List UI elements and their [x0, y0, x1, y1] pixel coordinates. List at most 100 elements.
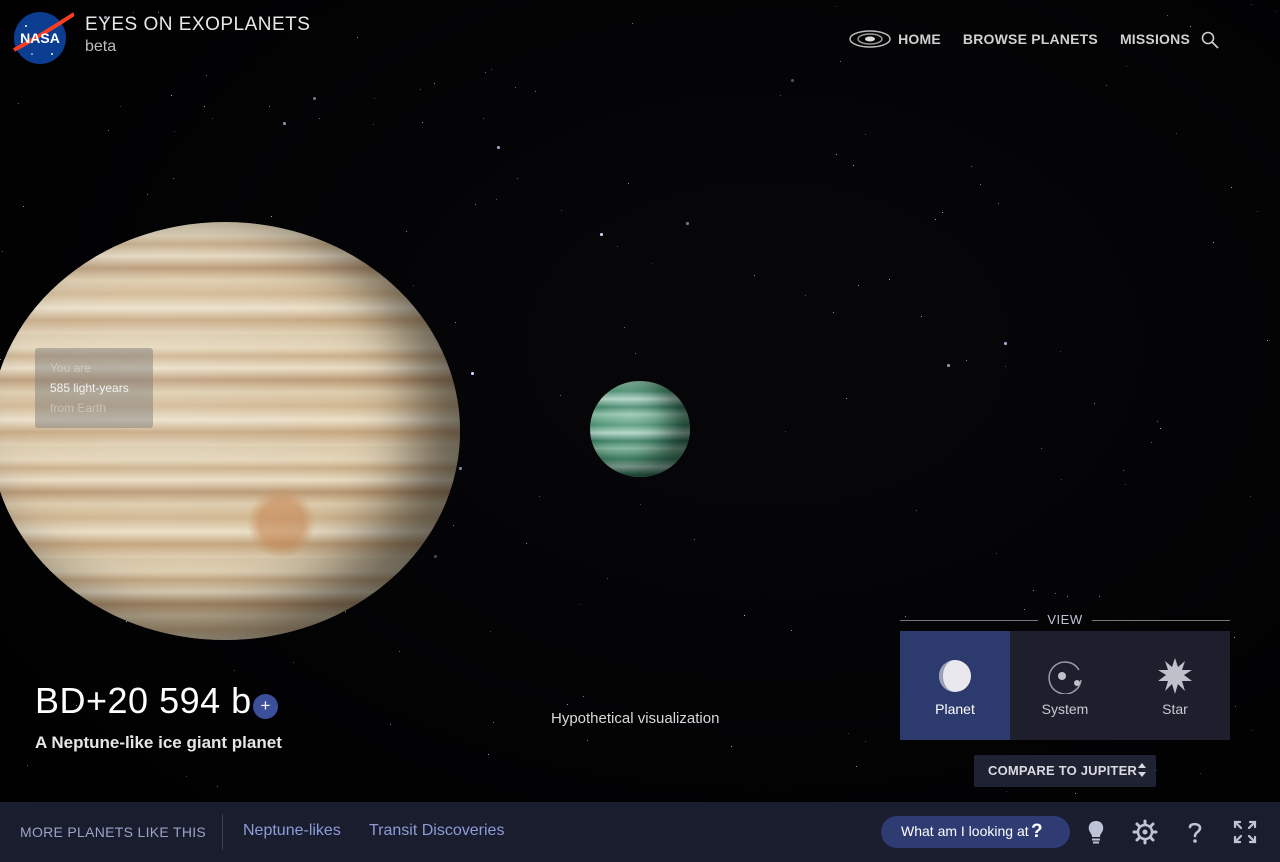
background-star: [1234, 637, 1236, 639]
planet-name: BD+20 594 b: [35, 680, 252, 721]
background-star: [133, 12, 134, 13]
background-star: [744, 615, 745, 616]
nav-browse-planets[interactable]: BROWSE PLANETS: [963, 31, 1098, 47]
background-star: [833, 312, 834, 313]
background-star: [2, 251, 3, 252]
background-star: [1251, 730, 1253, 732]
background-star: [1213, 242, 1214, 243]
category-neptune-likes[interactable]: Neptune-likes: [243, 822, 341, 840]
tab-system[interactable]: System: [1010, 631, 1120, 740]
background-star: [23, 206, 25, 208]
background-star: [18, 103, 19, 104]
background-star: [455, 322, 456, 323]
background-star: [293, 662, 294, 663]
tab-planet-label: Planet: [935, 701, 975, 717]
background-star: [651, 263, 653, 265]
background-star: [147, 194, 148, 195]
nav-home[interactable]: HOME: [898, 31, 941, 47]
compare-label: COMPARE TO JUPITER: [988, 763, 1138, 778]
fullscreen-icon[interactable]: [1232, 819, 1258, 845]
background-star: [459, 467, 462, 470]
what-label: What am I looking at: [901, 823, 1029, 839]
background-star: [493, 722, 495, 724]
view-header: VIEW: [900, 611, 1230, 629]
background-star: [420, 89, 422, 91]
background-star: [1055, 593, 1057, 595]
background-star: [836, 6, 837, 7]
background-star: [1126, 66, 1128, 68]
background-star: [1004, 342, 1007, 345]
background-star: [1125, 484, 1127, 486]
background-star: [345, 611, 347, 613]
category-transit-discoveries[interactable]: Transit Discoveries: [369, 822, 504, 840]
distance-panel: You are 585 light-years from Earth: [35, 348, 153, 428]
background-star: [579, 604, 581, 606]
app-title[interactable]: EYES ON EXOPLANETS: [85, 14, 310, 36]
background-star: [785, 431, 786, 432]
background-star: [921, 316, 922, 317]
background-star: [475, 204, 477, 206]
background-star: [600, 233, 603, 236]
background-star: [483, 118, 485, 120]
background-star: [496, 199, 498, 201]
background-star: [840, 61, 841, 62]
background-star: [848, 733, 850, 735]
background-star: [731, 746, 732, 747]
background-star: [517, 178, 519, 180]
search-icon[interactable]: [1200, 30, 1220, 50]
background-star: [686, 222, 689, 225]
help-icon[interactable]: [1182, 819, 1208, 845]
compare-to-jupiter-select[interactable]: COMPARE TO JUPITER: [974, 755, 1156, 787]
background-star: [567, 704, 568, 705]
bottom-bar: MORE PLANETS LIKE THIS Neptune-likes Tra…: [0, 802, 1280, 862]
background-star: [1257, 211, 1258, 212]
background-star: [158, 12, 160, 14]
background-star: [624, 327, 626, 329]
background-star: [1156, 770, 1157, 771]
background-star: [1231, 187, 1233, 189]
background-star: [998, 203, 1000, 205]
background-star: [1106, 85, 1108, 87]
background-star: [406, 231, 408, 233]
background-star: [640, 504, 642, 506]
bottom-divider: [222, 814, 223, 850]
background-star: [836, 154, 837, 155]
background-star: [1267, 340, 1268, 341]
background-star: [1190, 26, 1191, 27]
background-star: [535, 91, 537, 93]
background-star: [635, 353, 637, 355]
background-star: [490, 631, 492, 633]
background-star: [1060, 351, 1061, 352]
background-star: [497, 146, 500, 149]
background-star: [204, 106, 205, 107]
background-star: [805, 295, 807, 297]
lightbulb-icon[interactable]: [1083, 819, 1109, 845]
galaxy-icon[interactable]: [848, 28, 892, 50]
view-title: VIEW: [1047, 612, 1083, 627]
tab-planet[interactable]: Planet: [900, 631, 1010, 740]
background-star: [217, 786, 219, 788]
tab-system-label: System: [1041, 701, 1089, 717]
background-star: [271, 216, 273, 218]
settings-icon[interactable]: [1132, 819, 1158, 845]
exoplanet-image[interactable]: [590, 381, 690, 477]
background-star: [1151, 442, 1153, 444]
tab-star[interactable]: Star: [1120, 631, 1230, 740]
nav-missions[interactable]: MISSIONS: [1120, 31, 1190, 47]
background-star: [174, 131, 175, 132]
planet-icon: [939, 660, 971, 692]
sort-arrows-icon: [1138, 763, 1146, 777]
background-star: [1099, 596, 1100, 597]
background-star: [754, 275, 755, 276]
add-planet-button[interactable]: +: [253, 694, 278, 719]
background-star: [583, 696, 584, 697]
background-star: [526, 543, 528, 545]
what-am-i-looking-at-button[interactable]: What am I looking at ?: [881, 816, 1070, 848]
planet-description: A Neptune-like ice giant planet: [35, 733, 282, 752]
background-star: [1160, 428, 1161, 429]
more-planets-label: MORE PLANETS LIKE THIS: [20, 824, 207, 840]
nasa-logo[interactable]: NASA: [12, 10, 76, 66]
background-star: [865, 134, 867, 136]
background-star: [453, 525, 454, 526]
background-star: [1235, 706, 1237, 708]
